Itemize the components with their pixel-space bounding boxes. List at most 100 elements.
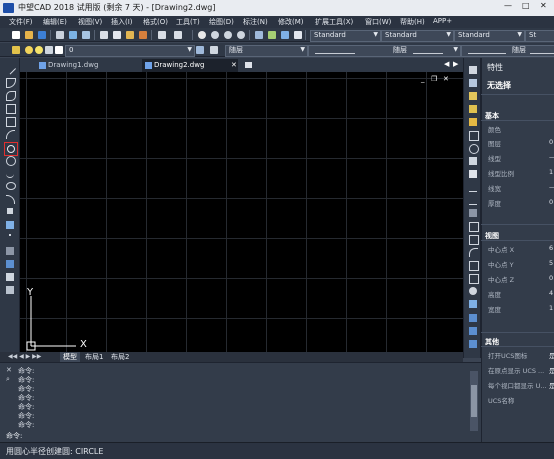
menu-tools[interactable]: 工具(T) — [176, 17, 200, 27]
array-icon[interactable] — [469, 118, 477, 126]
insert-block-icon[interactable] — [7, 208, 13, 214]
close-button[interactable]: ✕ — [540, 1, 547, 10]
menu-insert[interactable]: 插入(I) — [111, 17, 133, 27]
menu-window[interactable]: 窗口(W) — [365, 17, 391, 27]
publish-icon[interactable] — [82, 31, 90, 39]
menu-dimension[interactable]: 标注(N) — [243, 17, 268, 27]
move-icon[interactable] — [469, 131, 479, 141]
fillet-icon[interactable] — [469, 248, 478, 257]
command-close-icon[interactable]: ✕ — [6, 366, 12, 374]
ellipse-icon[interactable] — [6, 182, 16, 190]
minimize-button[interactable]: — — [504, 1, 512, 10]
lineweight-select[interactable]: 随层 — [461, 45, 554, 57]
offset-icon[interactable] — [469, 105, 477, 113]
scale-icon[interactable] — [469, 157, 477, 165]
tab-layout2[interactable]: 布局2 — [108, 352, 132, 362]
prop-ucs-icon-value[interactable]: 是 — [549, 350, 554, 360]
color-select[interactable]: 随层 ▼ — [225, 45, 308, 57]
edit-hatch-icon[interactable] — [469, 300, 477, 308]
drawing-canvas[interactable]: _ ❐ ✕ Y X — [20, 72, 463, 352]
text-style-select[interactable]: Standard ▼ — [310, 30, 381, 42]
copy-icon[interactable] — [113, 31, 121, 39]
new-tab-icon[interactable] — [245, 62, 252, 68]
prop-lineweight-value[interactable]: — — [549, 183, 554, 191]
copy-object-icon[interactable] — [469, 79, 477, 87]
properties-icon[interactable] — [255, 31, 263, 39]
break-icon[interactable] — [469, 209, 477, 217]
calculator-icon[interactable] — [294, 31, 302, 39]
selection-dropdown[interactable]: 无选择 — [487, 80, 511, 91]
prop-linetype-scale-value[interactable]: 1 — [549, 168, 553, 176]
table-style-select[interactable]: Standard ▼ — [454, 30, 525, 42]
cut-icon[interactable] — [100, 31, 108, 39]
command-input[interactable]: 命令: — [4, 429, 468, 441]
layer-freeze-icon[interactable] — [35, 46, 43, 54]
pan-hand-icon[interactable] — [198, 31, 206, 39]
viewport-minimize-button[interactable]: _ — [421, 75, 425, 83]
viewport-close-button[interactable]: ✕ — [443, 75, 449, 83]
layer-select[interactable]: 0 ▼ — [65, 45, 195, 57]
menu-app[interactable]: APP+ — [433, 17, 452, 25]
mirror-icon[interactable] — [469, 92, 477, 100]
menu-modify[interactable]: 修改(M) — [278, 17, 304, 27]
menu-extension[interactable]: 扩展工具(X) — [315, 17, 353, 27]
menu-help[interactable]: 帮助(H) — [400, 17, 425, 27]
multileader-style-select[interactable]: St — [525, 30, 554, 42]
tab-model[interactable]: 模型 — [60, 352, 80, 362]
viewport-restore-button[interactable]: ❐ — [431, 75, 437, 83]
make-current-layer-icon[interactable] — [196, 46, 204, 54]
tab-drawing1[interactable]: Drawing1.dwg — [36, 59, 146, 72]
rotate-icon[interactable] — [469, 144, 479, 154]
tab-scroll-left-icon[interactable]: ◀ — [444, 60, 449, 68]
menu-edit[interactable]: 编辑(E) — [43, 17, 67, 27]
layer-previous-icon[interactable] — [210, 46, 218, 54]
match-properties-icon[interactable] — [139, 31, 147, 39]
zoom-previous-icon[interactable] — [237, 31, 245, 39]
prop-ucs-per-viewport-value[interactable]: 是 — [549, 380, 554, 390]
circle-tool-button[interactable] — [4, 142, 18, 156]
polygon-icon[interactable] — [6, 104, 16, 114]
prop-thickness-value[interactable]: 0 — [549, 198, 553, 206]
make-block-icon[interactable] — [6, 221, 14, 229]
linetype-select[interactable]: 随层 ▼ — [308, 45, 461, 57]
stretch-icon[interactable] — [469, 170, 477, 178]
layer-color-icon[interactable] — [55, 46, 63, 54]
prop-linetype-value[interactable]: — — [549, 153, 554, 161]
trim-icon[interactable] — [469, 183, 477, 192]
menu-view[interactable]: 视图(V) — [78, 17, 102, 27]
arc-icon[interactable] — [6, 130, 15, 139]
draworder-icon[interactable] — [469, 340, 477, 348]
edit-polyline-icon[interactable] — [469, 274, 479, 284]
print-icon[interactable] — [56, 31, 64, 39]
lengthen-icon[interactable] — [469, 327, 477, 335]
table-icon[interactable] — [6, 286, 14, 294]
join-icon[interactable] — [469, 222, 479, 232]
gradient-icon[interactable] — [6, 260, 14, 268]
menu-draw[interactable]: 绘图(D) — [209, 17, 234, 27]
ellipse-arc-icon[interactable] — [6, 195, 15, 204]
save-icon[interactable] — [38, 31, 46, 39]
line-icon[interactable] — [3, 62, 17, 75]
redo-icon[interactable] — [174, 31, 182, 39]
tool-palette-icon[interactable] — [281, 31, 289, 39]
layer-lock-icon[interactable] — [45, 46, 53, 54]
point-icon[interactable] — [9, 234, 11, 236]
command-scrollbar[interactable] — [470, 371, 478, 431]
dim-style-select[interactable]: Standard ▼ — [381, 30, 454, 42]
erase-icon[interactable] — [469, 66, 477, 74]
rectangle-icon[interactable] — [6, 117, 16, 127]
revision-cloud-icon[interactable] — [6, 156, 16, 166]
layer-manager-icon[interactable] — [12, 46, 20, 54]
menu-format[interactable]: 格式(O) — [143, 17, 168, 27]
polyline-icon[interactable] — [6, 78, 16, 88]
prop-layer-value[interactable]: 0 — [549, 138, 553, 146]
undo-icon[interactable] — [158, 31, 166, 39]
tab-drawing2[interactable]: Drawing2.dwg — [142, 59, 238, 72]
zoom-realtime-icon[interactable] — [211, 31, 219, 39]
command-options-icon[interactable]: ⌕ — [6, 375, 10, 384]
paste-icon[interactable] — [126, 31, 134, 39]
open-folder-icon[interactable] — [25, 31, 33, 39]
tab-layout1[interactable]: 布局1 — [82, 352, 106, 362]
align-icon[interactable] — [469, 314, 477, 322]
spline-icon[interactable] — [6, 169, 14, 178]
